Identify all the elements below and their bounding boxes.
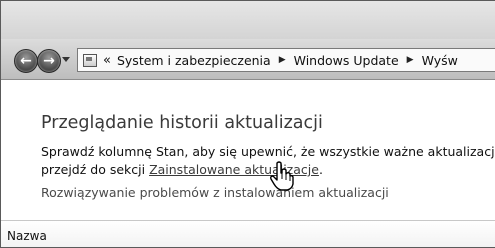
forward-arrow-icon: → [43,53,55,69]
control-panel-icon [83,53,97,67]
main-content: Przeglądanie historii aktualizacji Spraw… [1,80,495,220]
column-header[interactable]: Nazwa [1,220,495,247]
breadcrumb-separator-icon[interactable]: ▶ [403,55,418,65]
title-bar [1,1,495,39]
back-button[interactable]: ← [14,49,38,73]
description-line-2: przejdź do sekcji Zainstalowane aktualiz… [41,161,495,179]
breadcrumb-system-security[interactable]: System i zabezpieczenia [113,53,275,68]
description-prefix: przejdź do sekcji [41,162,150,177]
page-title: Przeglądanie historii aktualizacji [41,113,323,133]
forward-button[interactable]: → [37,49,61,73]
hand-pointer-icon [270,161,294,191]
description: Sprawdź kolumnę Stan, aby się upewnić, ż… [41,143,495,179]
back-arrow-icon: ← [20,53,32,69]
navigation-bar: ← → « System i zabezpieczenia ▶ Windows … [1,39,495,80]
breadcrumb-windows-update[interactable]: Windows Update [290,53,403,68]
description-suffix: . [318,162,323,177]
description-line-1: Sprawdź kolumnę Stan, aby się upewnić, ż… [41,144,495,159]
explorer-window: ← → « System i zabezpieczenia ▶ Windows … [0,0,495,248]
breadcrumb-overflow[interactable]: « [103,53,113,68]
column-name-header[interactable]: Nazwa [7,229,47,243]
troubleshoot-link[interactable]: Rozwiązywanie problemów z instalowaniem … [41,185,389,200]
breadcrumb-separator-icon[interactable]: ▶ [275,55,290,65]
breadcrumb-view-history[interactable]: Wyśw [418,53,462,68]
recent-pages-dropdown[interactable] [62,57,70,62]
address-bar[interactable]: « System i zabezpieczenia ▶ Windows Upda… [77,48,495,72]
